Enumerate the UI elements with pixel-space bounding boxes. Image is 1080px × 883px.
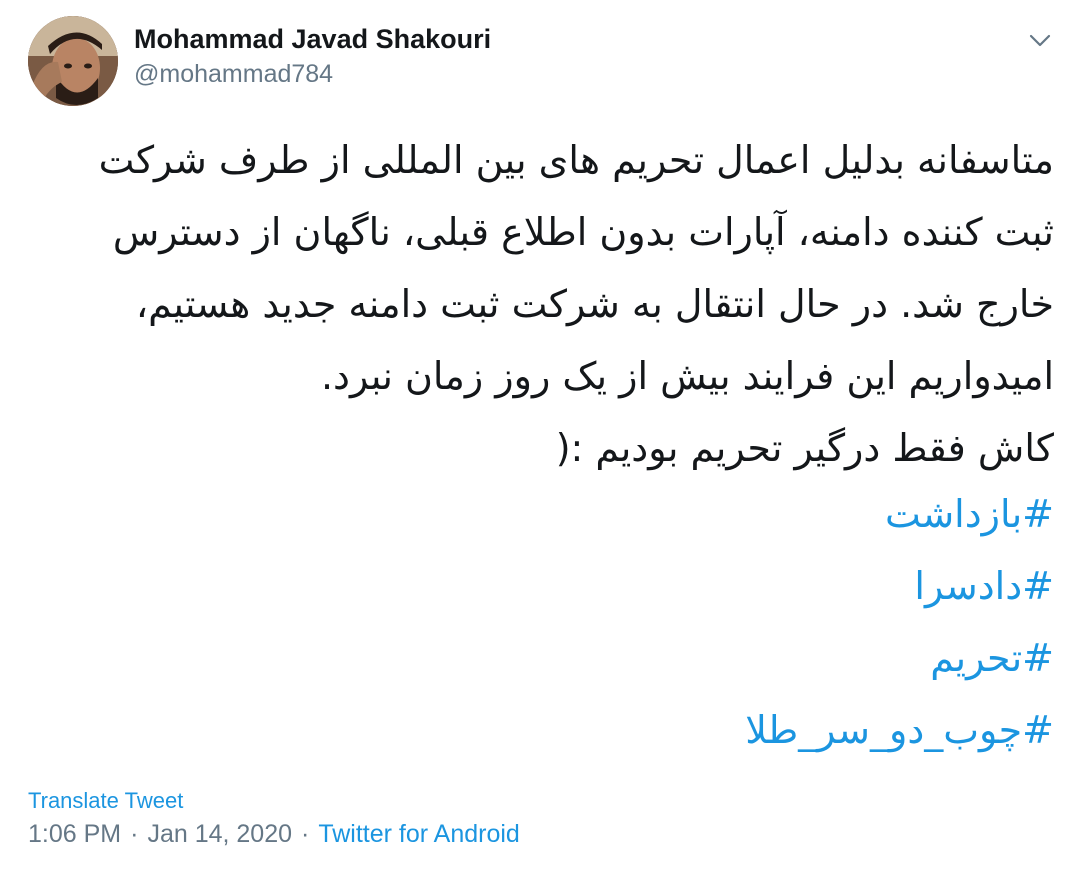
hashtag-link[interactable]: #دادسرا	[54, 550, 1054, 622]
tweet-text-line: متاسفانه بدلیل اعمال تحریم های بین الملل…	[98, 138, 1054, 182]
meta-separator: ·	[301, 820, 310, 848]
hashtag-link[interactable]: #چوب_دو_سر_طلا	[54, 694, 1054, 766]
tweet-meta: 1:06 PM · Jan 14, 2020 · Twitter for Android	[28, 820, 520, 849]
hashtag-list: #بازداشت #دادسرا #تحریم #چوب_دو_سر_طلا	[54, 478, 1054, 766]
tweet-text: متاسفانه بدلیل اعمال تحریم های بین الملل…	[54, 124, 1054, 484]
tweet-text-line: خارج شد. در حال انتقال به شرکت ثبت دامنه…	[135, 282, 1054, 326]
meta-separator: ·	[130, 820, 139, 848]
tweet-text-line: امیدواریم این فرایند بیش از یک روز زمان …	[320, 354, 1054, 398]
hashtag-link[interactable]: #بازداشت	[54, 478, 1054, 550]
avatar[interactable]	[28, 16, 118, 106]
tweet-time[interactable]: 1:06 PM	[28, 820, 121, 848]
tweet-text-line: کاش فقط درگیر تحریم بودیم :(	[555, 426, 1054, 470]
tweet-card: Mohammad Javad Shakouri @mohammad784 متا…	[0, 0, 1080, 883]
author-handle[interactable]: @mohammad784	[134, 60, 333, 89]
hashtag-link[interactable]: #تحریم	[54, 622, 1054, 694]
chevron-down-icon[interactable]	[1020, 24, 1060, 58]
tweet-text-line: ثبت کننده دامنه، آپارات بدون اطلاع قبلی،…	[112, 210, 1054, 254]
translate-tweet-link[interactable]: Translate Tweet	[28, 788, 183, 814]
tweet-date[interactable]: Jan 14, 2020	[147, 820, 292, 848]
tweet-source-link[interactable]: Twitter for Android	[318, 820, 519, 848]
author-name[interactable]: Mohammad Javad Shakouri	[134, 24, 491, 55]
